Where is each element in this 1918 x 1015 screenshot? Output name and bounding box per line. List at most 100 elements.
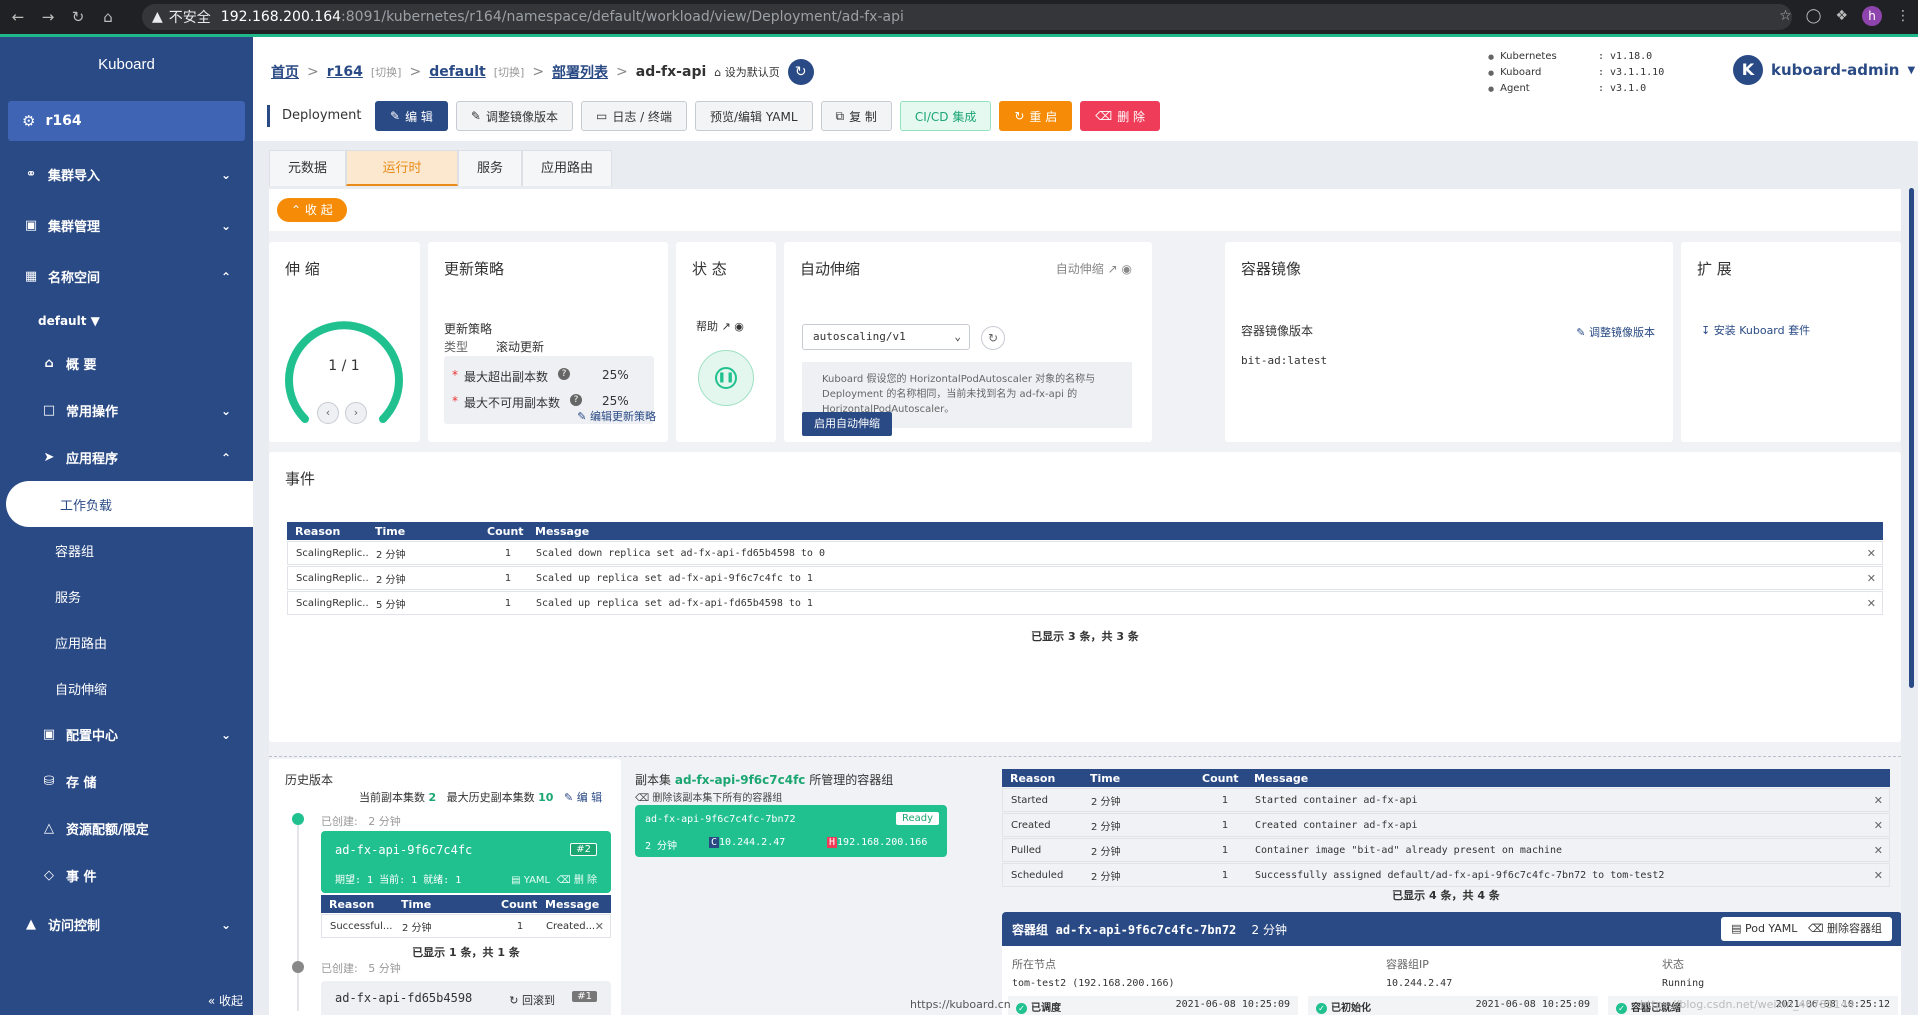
cicd-button[interactable]: CI/CD 集成 — [899, 101, 992, 131]
refresh-icon[interactable]: ↻ — [981, 326, 1005, 350]
timeline-line — [297, 815, 299, 1011]
forward-icon[interactable]: → — [36, 8, 60, 26]
sidebar-item-storage[interactable]: ⛁ 存 储 — [0, 758, 253, 805]
sidebar-item-hpa[interactable]: 自动伸缩 — [0, 665, 253, 711]
sidebar-item-config[interactable]: ▣ 配置中心 ⌄ — [0, 711, 253, 758]
pod-yaml-button[interactable]: ▤ Pod YAML — [1731, 922, 1797, 935]
menu-icon[interactable]: ⋮ — [1896, 8, 1910, 24]
timeline-dot — [292, 961, 304, 973]
sidebar-item-namespace[interactable]: ▦ 名称空间 ⌃ — [0, 251, 253, 302]
tab-metadata[interactable]: 元数据 — [269, 150, 347, 186]
cell-reason: ScalingReplic... — [296, 547, 368, 559]
autoscale-doc-link[interactable]: 自动伸缩 ↗ ◉ — [1056, 260, 1132, 277]
install-suite-link[interactable]: ↧ 安装 Kuboard 套件 — [1701, 322, 1810, 338]
tab-ingress[interactable]: 应用路由 — [522, 150, 613, 186]
namespace-selector[interactable]: default ▼ — [0, 302, 253, 340]
status-help[interactable]: 帮助 ↗ ◉ — [696, 318, 744, 334]
extension-card: 扩 展 ↧ 安装 Kuboard 套件 — [1681, 242, 1901, 442]
scale-down-button[interactable]: ‹ — [317, 402, 339, 424]
delete-rs-link[interactable]: ⌫ 删 除 — [556, 875, 597, 886]
rs-name: ad-fx-api-9f6c7c4fc — [335, 843, 473, 857]
yaml-link[interactable]: ▤ YAML — [511, 875, 550, 886]
help-icon: ◉ — [1121, 262, 1132, 276]
home-icon[interactable]: ⌂ — [96, 8, 120, 26]
edit-history-link[interactable]: ✎ 编 辑 — [564, 791, 602, 804]
collapse-button[interactable]: ⌃ 收 起 — [277, 198, 347, 222]
adjust-image-link[interactable]: ✎ 调整镜像版本 — [1576, 324, 1655, 340]
tab-services[interactable]: 服务 — [458, 150, 523, 186]
puzzle-icon[interactable]: ❖ — [1835, 8, 1848, 24]
delete-pod-button[interactable]: ⌫ 删除容器组 — [1808, 922, 1882, 935]
crumb-namespace[interactable]: default — [429, 64, 486, 80]
crumb-switch-ns[interactable]: [切换] — [494, 64, 525, 80]
help-icon[interactable]: ? — [558, 368, 571, 380]
cell-count: 1 — [516, 920, 524, 932]
crumb-home[interactable]: 首页 — [271, 62, 299, 82]
param-key: 最大超出副本数 — [464, 370, 549, 384]
scrollbar[interactable] — [1909, 188, 1914, 688]
refresh-icon[interactable]: ↻ — [787, 59, 814, 85]
close-icon[interactable]: ✕ — [1874, 844, 1883, 857]
pause-button[interactable]: ❚❚ — [698, 350, 754, 406]
close-icon[interactable]: ✕ — [1874, 819, 1883, 832]
column-header: Count — [1202, 771, 1239, 785]
back-icon[interactable]: ← — [6, 8, 30, 26]
enable-autoscale-button[interactable]: 启用自动伸缩 — [802, 412, 892, 436]
tab-runtime[interactable]: 运行时 — [346, 150, 459, 186]
replicaset-current[interactable]: ad-fx-api-9f6c7c4fc #2 期望: 1 当前: 1 就绪: 1… — [321, 831, 611, 893]
user-menu[interactable]: K kuboard-admin ▼ — [1733, 55, 1915, 85]
close-icon[interactable]: ✕ — [1867, 572, 1876, 585]
logs-terminal-button[interactable]: ▭ 日志 / 终端 — [580, 101, 687, 131]
yaml-button[interactable]: 预览/编辑 YAML — [695, 101, 813, 131]
help-icon[interactable]: ? — [570, 394, 583, 406]
star-icon[interactable]: ☆ — [1779, 8, 1792, 24]
reload-icon[interactable]: ↻ — [66, 8, 90, 26]
cluster-selector[interactable]: ⚙ r164 — [8, 101, 245, 141]
cell-count: 1 — [504, 547, 512, 559]
sidebar-item-manage[interactable]: ▣ 集群管理 ⌄ — [0, 200, 253, 251]
crumb-list[interactable]: 部署列表 — [552, 62, 608, 82]
sidebar-item-ingress[interactable]: 应用路由 — [0, 619, 253, 665]
api-version-select[interactable]: autoscaling/v1 ⌄ — [802, 324, 970, 350]
copy-button[interactable]: ⧉ 复 制 — [820, 101, 892, 131]
extension-circle-icon[interactable]: ◯ — [1806, 8, 1822, 24]
edit-button[interactable]: ✎ 编 辑 — [375, 101, 448, 131]
adjust-image-button[interactable]: ✎ 调整镜像版本 — [455, 101, 573, 131]
avatar: K — [1733, 55, 1763, 85]
set-default-page[interactable]: ⌂ 设为默认页 — [714, 64, 779, 80]
sidebar-item-quota[interactable]: △ 资源配额/限定 — [0, 805, 253, 852]
restart-button[interactable]: ↻ 重 启 — [999, 101, 1073, 131]
close-icon[interactable]: ✕ — [1867, 547, 1876, 560]
edit-strategy-link[interactable]: ✎ 编辑更新策略 — [577, 408, 656, 424]
database-icon: ⛁ — [43, 774, 55, 789]
cell-time: 2 分钟 — [1091, 796, 1121, 808]
profile-avatar[interactable]: h — [1862, 6, 1882, 26]
scale-up-button[interactable]: › — [345, 402, 367, 424]
table-row: Successful... 2 分钟 1 Created... ✕ — [321, 914, 611, 938]
rs-created: 已创建: 2 分钟 — [321, 813, 401, 829]
address-bar[interactable]: ▲ 不安全 192.168.200.164:8091/kubernetes/r1… — [142, 4, 1792, 30]
brand-title: Kuboard — [98, 56, 155, 73]
crumb-cluster[interactable]: r164 — [327, 64, 363, 80]
close-icon[interactable]: ✕ — [1874, 794, 1883, 807]
sidebar-item-services[interactable]: 服务 — [0, 573, 253, 619]
close-icon[interactable]: ✕ — [595, 920, 604, 933]
button-label: 收 起 — [304, 203, 333, 217]
sidebar-item-import[interactable]: ⚭ 集群导入 ⌄ — [0, 149, 253, 200]
sidebar-item-ops[interactable]: □ 常用操作 ⌄ — [0, 387, 253, 434]
crumb-switch-cluster[interactable]: [切换] — [371, 64, 402, 80]
host-ip-value: 192.168.200.166 — [837, 837, 928, 848]
close-icon[interactable]: ✕ — [1874, 869, 1883, 882]
sidebar-item-apps[interactable]: ➤ 应用程序 ⌃ — [0, 434, 253, 481]
delete-all-pods-link[interactable]: ⌫ 删除该副本集下所有的容器组 — [635, 789, 782, 804]
sidebar-item-access[interactable]: ▲ 访问控制 ⌄ — [0, 899, 253, 950]
table-row: ScalingReplic... 2 分钟 1 Scaled up replica s… — [287, 566, 1883, 590]
sidebar-item-pods[interactable]: 容器组 — [0, 527, 253, 573]
button-label: Pod YAML — [1744, 922, 1798, 935]
sidebar-item-events[interactable]: ◇ 事 件 — [0, 852, 253, 899]
sidebar-item-overview[interactable]: ⌂ 概 要 — [0, 340, 253, 387]
pod-chip[interactable]: ad-fx-api-9f6c7c4fc-7bn72 Ready 2 分钟 C 10… — [635, 805, 947, 857]
delete-button[interactable]: ⌫ 删 除 — [1080, 101, 1161, 131]
sidebar-item-workload[interactable]: 工作负载 — [6, 481, 253, 527]
close-icon[interactable]: ✕ — [1867, 597, 1876, 610]
